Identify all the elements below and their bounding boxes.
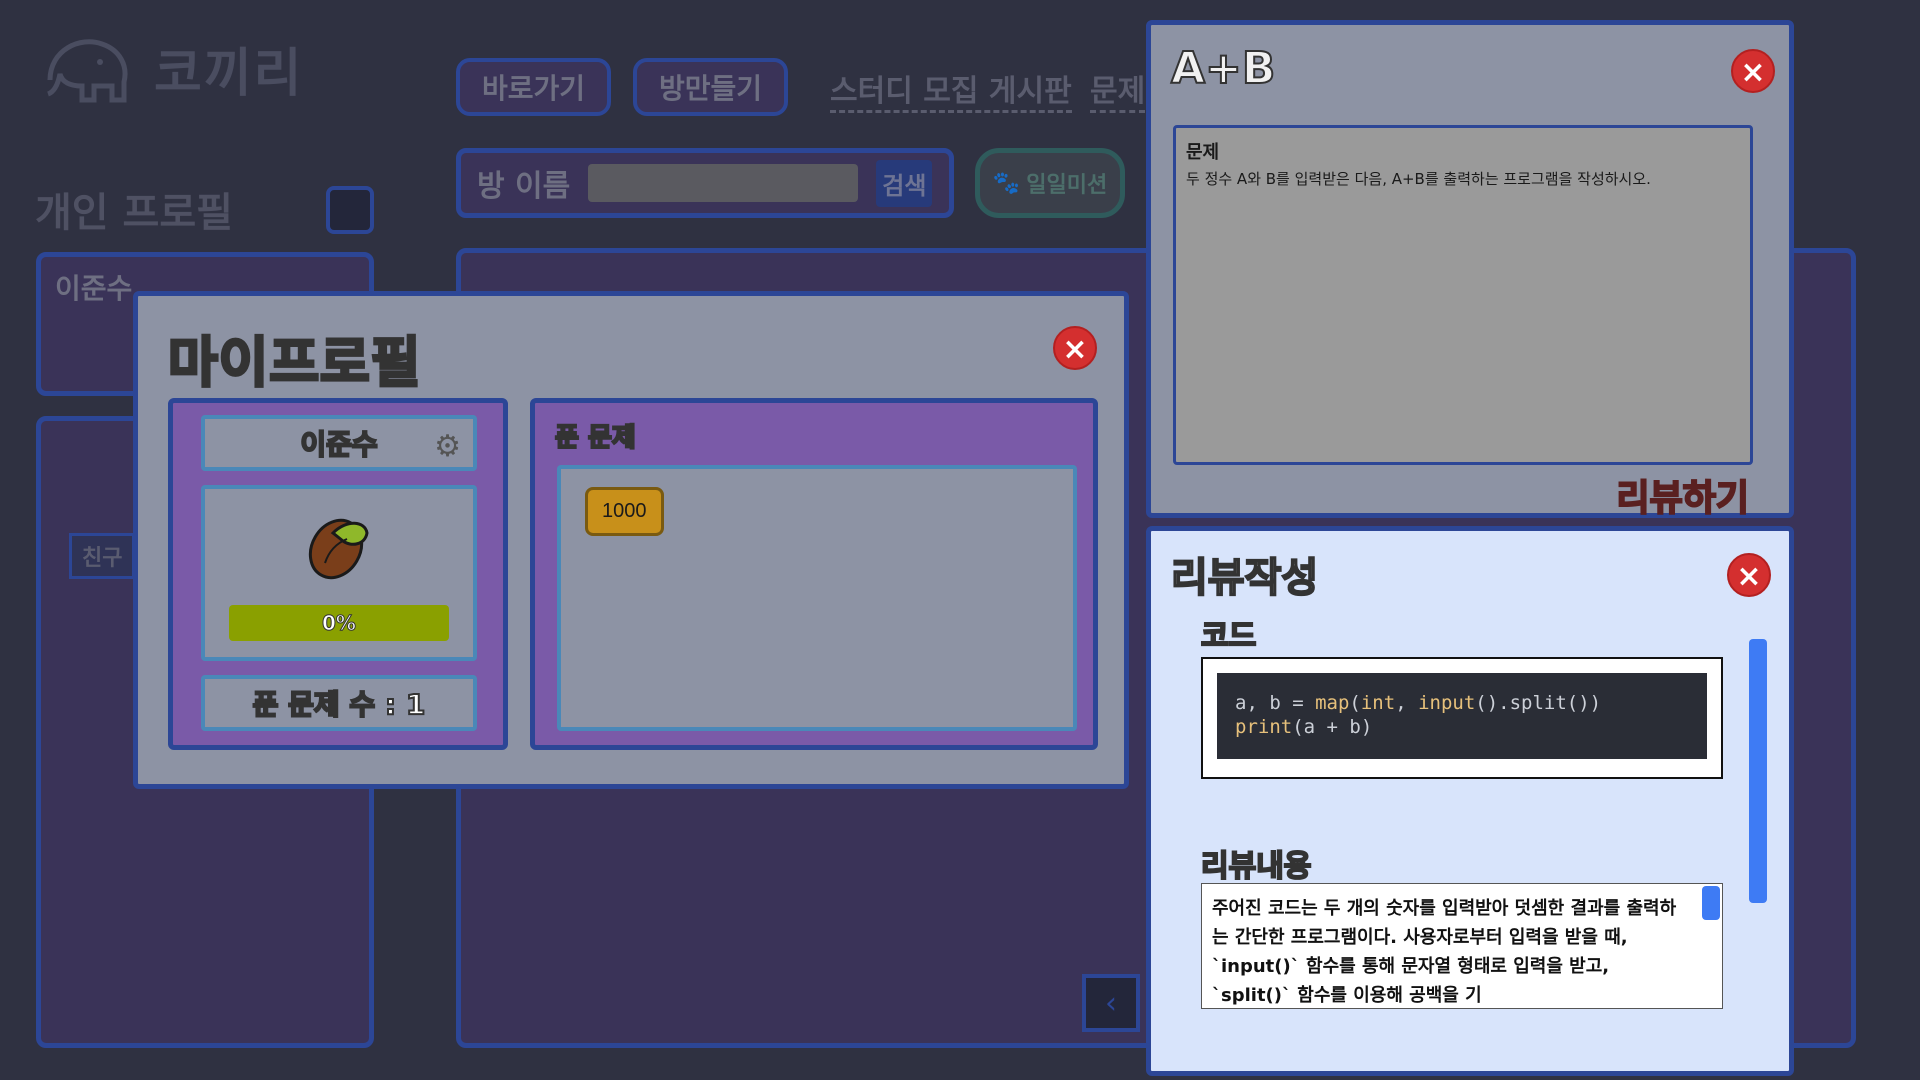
nav-problems-link[interactable]: 문제: [1090, 66, 1146, 113]
room-search-bar: 방 이름 검색: [456, 148, 954, 218]
code-keyword: input: [1418, 692, 1476, 714]
close-icon: ×: [1736, 559, 1762, 594]
my-profile-modal: 마이프로필 × 이준수 ⚙ 0% 푼 문제 수 : 1 푼 문제 1000: [133, 291, 1129, 789]
close-profile-button[interactable]: ×: [1053, 326, 1097, 370]
daily-mission-label: 일일미션: [1026, 173, 1108, 198]
paw-icon: 🐾: [992, 170, 1021, 196]
review-content-textarea[interactable]: 주어진 코드는 두 개의 숫자를 입력받아 덧셈한 결과를 출력하는 간단한 프…: [1201, 883, 1723, 1009]
elephant-logo-icon: [46, 39, 128, 103]
logo-text: 코끼리: [154, 43, 304, 104]
code-frame: a, b = map(int, input().split()) print(a…: [1201, 657, 1723, 779]
profile-name-box: 이준수 ⚙: [201, 415, 477, 471]
code-text: (: [1349, 692, 1361, 714]
prev-page-button[interactable]: ‹: [1082, 974, 1140, 1032]
review-title: 리뷰작성: [1170, 554, 1319, 602]
code-text: ,: [1395, 692, 1419, 714]
code-keyword: map: [1315, 692, 1350, 714]
solved-problems-title: 푼 문제: [554, 422, 637, 454]
gear-icon[interactable]: ⚙: [434, 429, 461, 464]
logo: 코끼리: [40, 30, 304, 106]
problem-description-box: 문제 두 정수 A와 B를 입력받은 다음, A+B를 출력하는 프로그램을 작…: [1173, 125, 1753, 465]
room-name-label: 방 이름: [477, 169, 571, 204]
code-label: 코드: [1200, 618, 1257, 655]
problem-title: A+B: [1170, 42, 1276, 95]
review-modal-scrollbar[interactable]: [1749, 639, 1767, 903]
review-content-label: 리뷰내용: [1200, 848, 1312, 885]
solved-problems-list: 1000: [557, 465, 1077, 731]
growth-progress-bar: 0%: [229, 605, 449, 641]
review-content-scrollbar[interactable]: [1702, 886, 1720, 920]
close-icon: ×: [1062, 332, 1088, 367]
profile-face-button[interactable]: [326, 186, 374, 234]
room-search-input[interactable]: [588, 164, 859, 202]
nav-study-board-link[interactable]: 스터디 모집 게시판: [830, 66, 1072, 113]
seed-avatar-icon: [308, 518, 369, 580]
friend-tab[interactable]: 친구: [69, 533, 136, 579]
user-name: 이준수: [55, 272, 133, 305]
profile-name: 이준수: [299, 427, 378, 462]
close-review-button[interactable]: ×: [1727, 553, 1771, 597]
daily-mission-button[interactable]: 🐾 일일미션: [975, 148, 1125, 218]
problem-text: 두 정수 A와 B를 입력받은 다음, A+B를 출력하는 프로그램을 작성하시…: [1186, 170, 1651, 188]
search-button[interactable]: 검색: [876, 159, 933, 207]
solved-count: 푼 문제 수 : 1: [252, 687, 427, 722]
close-problem-button[interactable]: ×: [1731, 49, 1775, 93]
nav-shortcut-button[interactable]: 바로가기: [456, 58, 612, 116]
solved-problem-chip[interactable]: 1000: [585, 487, 664, 536]
chevron-left-icon: ‹: [1105, 985, 1117, 1021]
review-content-text: 주어진 코드는 두 개의 숫자를 입력받아 덧셈한 결과를 출력하는 간단한 프…: [1212, 898, 1677, 1006]
review-modal: 리뷰작성 × 코드 a, b = map(int, input().split(…: [1146, 526, 1794, 1076]
code-text: ().split()): [1475, 692, 1602, 714]
code-block: a, b = map(int, input().split()) print(a…: [1217, 673, 1707, 759]
profile-heading: 개인 프로필: [35, 190, 233, 236]
growth-progress-text: 0%: [322, 611, 357, 636]
close-icon: ×: [1740, 55, 1766, 90]
my-profile-title: 마이프로필: [166, 330, 422, 396]
avatar-box: 0%: [201, 485, 477, 661]
problem-label: 문제: [1186, 142, 1220, 163]
solved-count-box: 푼 문제 수 : 1: [201, 675, 477, 731]
write-review-button[interactable]: 리뷰하기: [1616, 469, 1750, 521]
code-text: (a + b): [1292, 716, 1373, 738]
code-keyword: int: [1360, 692, 1396, 714]
nav-create-room-button[interactable]: 방만들기: [633, 58, 789, 116]
profile-info-panel: 이준수 ⚙ 0% 푼 문제 수 : 1: [168, 398, 508, 750]
code-text: a, b =: [1235, 692, 1316, 714]
problem-modal: A+B × 문제 두 정수 A와 B를 입력받은 다음, A+B를 출력하는 프…: [1146, 20, 1794, 521]
solved-problems-panel: 푼 문제 1000: [530, 398, 1098, 750]
code-keyword: print: [1235, 716, 1293, 738]
